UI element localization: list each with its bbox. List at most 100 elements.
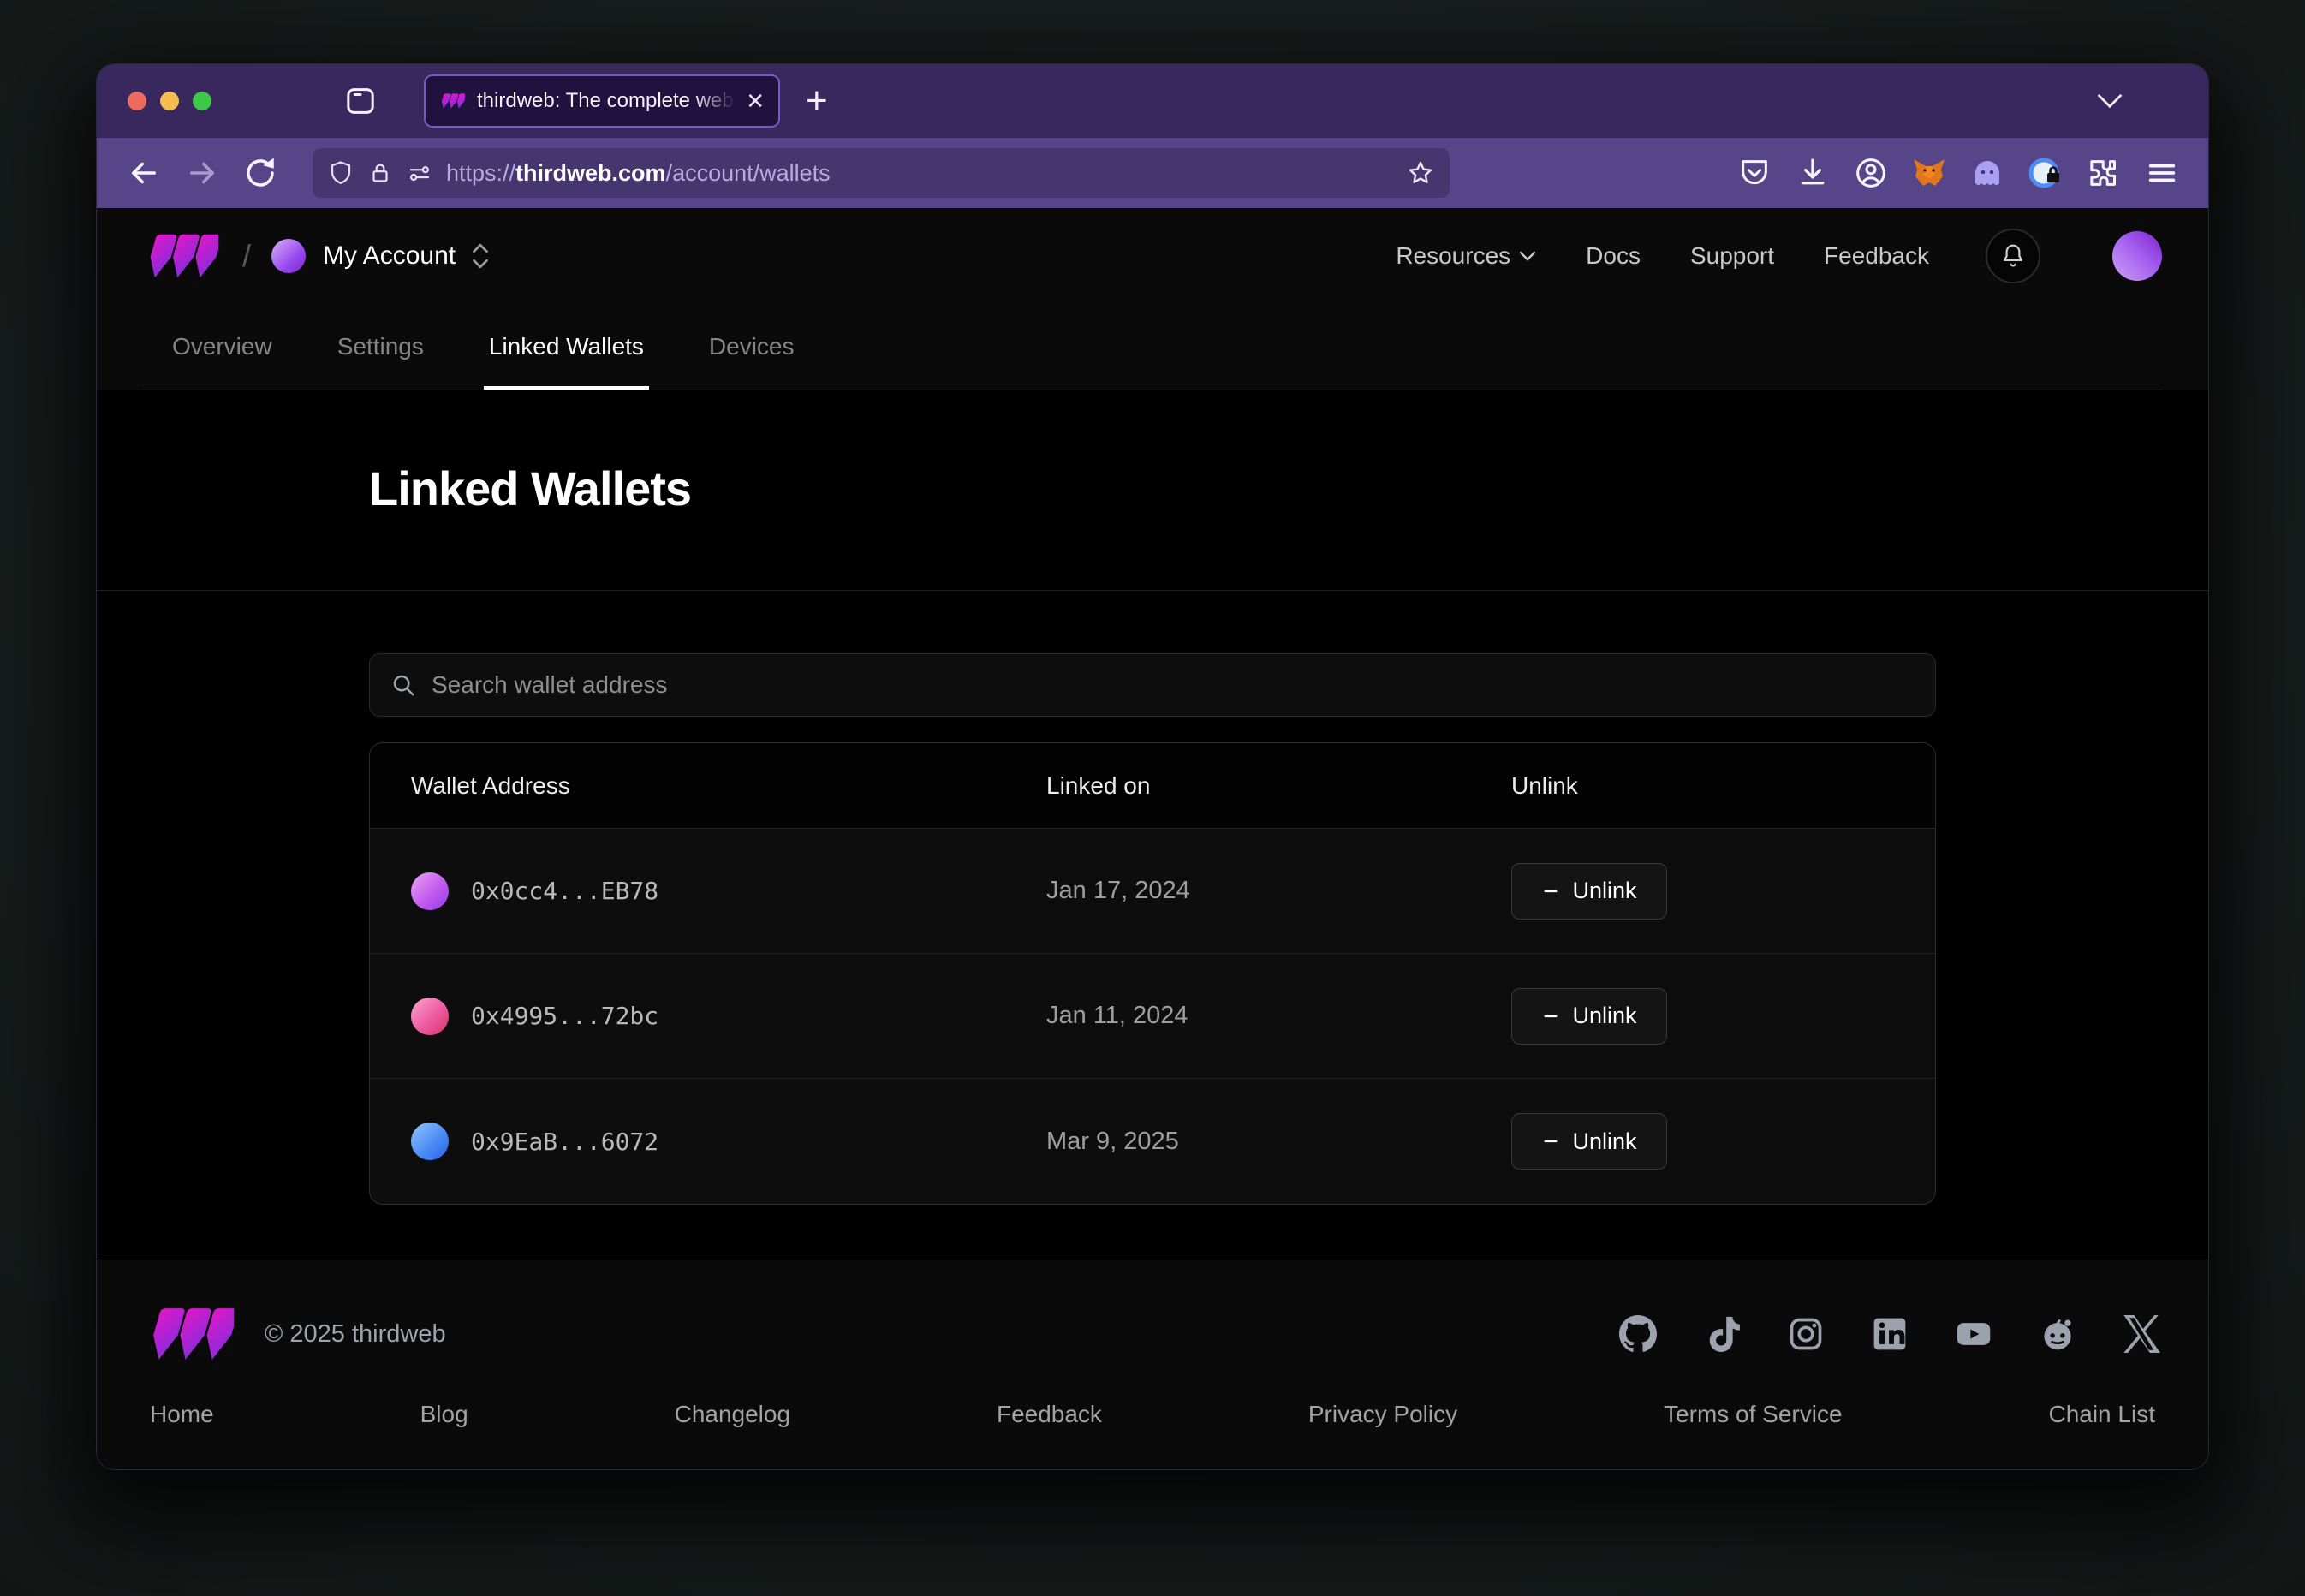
- wallet-cell: 0x9EaB...6072: [411, 1123, 1046, 1160]
- menu-hamburger-icon[interactable]: [2145, 156, 2179, 190]
- bookmark-star-icon[interactable]: [1407, 159, 1434, 187]
- wallet-avatar: [411, 872, 449, 910]
- wallet-address: 0x4995...72bc: [471, 1002, 658, 1030]
- phantom-ghost-icon[interactable]: [1970, 156, 2004, 190]
- browser-window: thirdweb: The complete web3 d ✕ + https:…: [96, 63, 2209, 1470]
- x-icon[interactable]: [2123, 1315, 2160, 1353]
- table-header: Wallet Address Linked on Unlink: [370, 743, 1935, 829]
- account-icon[interactable]: [1854, 156, 1888, 190]
- footer-link-changelog[interactable]: Changelog: [675, 1401, 790, 1428]
- minus-icon: [1541, 1132, 1560, 1151]
- metamask-icon[interactable]: [1912, 156, 1946, 190]
- url-bar[interactable]: https://thirdweb.com/account/wallets: [313, 148, 1450, 198]
- firefox-view-icon[interactable]: [343, 84, 378, 118]
- site-footer: © 2025 thirdweb Home Blog Changelog Feed…: [97, 1260, 2208, 1469]
- instagram-icon[interactable]: [1787, 1315, 1825, 1353]
- lock-icon[interactable]: [367, 160, 393, 186]
- footer-link-blog[interactable]: Blog: [420, 1401, 468, 1428]
- pocket-icon[interactable]: [1737, 156, 1772, 190]
- reload-button[interactable]: [242, 155, 278, 191]
- col-unlink: Unlink: [1511, 772, 1894, 800]
- tab-overview[interactable]: Overview: [167, 304, 277, 390]
- tiktok-icon[interactable]: [1703, 1315, 1741, 1353]
- account-switcher[interactable]: My Account: [323, 241, 456, 271]
- github-icon[interactable]: [1619, 1315, 1657, 1353]
- table-row: 0x4995...72bc Jan 11, 2024 Unlink: [370, 954, 1935, 1079]
- wallet-search[interactable]: [369, 653, 1936, 717]
- url-text: https://thirdweb.com/account/wallets: [446, 160, 1397, 187]
- linked-on-date: Mar 9, 2025: [1046, 1128, 1511, 1156]
- footer-links: Home Blog Changelog Feedback Privacy Pol…: [145, 1401, 2160, 1428]
- thirdweb-footer-logo[interactable]: [145, 1307, 234, 1361]
- bell-icon: [2000, 242, 2026, 270]
- table-row: 0x0cc4...EB78 Jan 17, 2024 Unlink: [370, 829, 1935, 954]
- footer-link-feedback[interactable]: Feedback: [997, 1401, 1102, 1428]
- chevron-down-icon: [1519, 251, 1536, 261]
- wallets-table: Wallet Address Linked on Unlink 0x0cc4..…: [369, 742, 1936, 1205]
- unlink-button[interactable]: Unlink: [1511, 863, 1667, 920]
- social-links: [1619, 1315, 2160, 1353]
- header-nav: Resources Docs Support Feedback: [1396, 229, 2162, 283]
- search-icon: [390, 672, 416, 698]
- tab-list-chevron-icon[interactable]: [2097, 93, 2123, 109]
- tab-settings[interactable]: Settings: [332, 304, 429, 390]
- breadcrumb-separator: /: [242, 238, 251, 274]
- account-avatar: [271, 239, 306, 273]
- tab-title: thirdweb: The complete web3 d: [477, 89, 741, 113]
- unlink-button[interactable]: Unlink: [1511, 1113, 1667, 1170]
- minus-icon: [1541, 1007, 1560, 1026]
- footer-link-privacy-policy[interactable]: Privacy Policy: [1308, 1401, 1457, 1428]
- user-avatar[interactable]: [2112, 231, 2162, 281]
- tab-linked-wallets[interactable]: Linked Wallets: [484, 304, 649, 390]
- new-tab-button[interactable]: +: [806, 82, 828, 120]
- nav-feedback[interactable]: Feedback: [1824, 242, 1929, 270]
- nav-support[interactable]: Support: [1690, 242, 1774, 270]
- back-button[interactable]: [126, 155, 162, 191]
- wallet-address: 0x9EaB...6072: [471, 1128, 658, 1156]
- downloads-icon[interactable]: [1796, 156, 1830, 190]
- tab-close-icon[interactable]: ✕: [746, 90, 765, 112]
- permissions-icon[interactable]: [407, 160, 432, 186]
- reddit-icon[interactable]: [2039, 1315, 2076, 1353]
- close-window-button[interactable]: [128, 92, 146, 110]
- linked-on-date: Jan 11, 2024: [1046, 1002, 1511, 1030]
- browser-tab-active[interactable]: thirdweb: The complete web3 d ✕: [424, 74, 780, 128]
- footer-link-terms-of-service[interactable]: Terms of Service: [1664, 1401, 1843, 1428]
- password-manager-icon[interactable]: [2028, 156, 2063, 190]
- forward-button[interactable]: [184, 155, 220, 191]
- extensions-puzzle-icon[interactable]: [2087, 156, 2121, 190]
- toolbar-extensions: [1737, 156, 2179, 190]
- wallet-cell: 0x4995...72bc: [411, 998, 1046, 1035]
- col-wallet-address: Wallet Address: [411, 772, 1046, 800]
- browser-tabstrip: thirdweb: The complete web3 d ✕ +: [97, 64, 2208, 138]
- page-content: / My Account Resources Docs Support Feed…: [97, 208, 2208, 1469]
- thirdweb-logo[interactable]: [143, 233, 218, 279]
- main-area: Wallet Address Linked on Unlink 0x0cc4..…: [97, 591, 2208, 1205]
- account-switcher-chevrons-icon[interactable]: [471, 241, 490, 271]
- youtube-icon[interactable]: [1955, 1315, 1992, 1353]
- wallet-avatar: [411, 998, 449, 1035]
- linkedin-icon[interactable]: [1871, 1315, 1909, 1353]
- minimize-window-button[interactable]: [160, 92, 179, 110]
- wallet-cell: 0x0cc4...EB78: [411, 872, 1046, 910]
- tab-devices[interactable]: Devices: [704, 304, 800, 390]
- unlink-button[interactable]: Unlink: [1511, 988, 1667, 1045]
- minus-icon: [1541, 882, 1560, 901]
- tracking-shield-icon[interactable]: [328, 160, 354, 186]
- table-row: 0x9EaB...6072 Mar 9, 2025 Unlink: [370, 1079, 1935, 1204]
- account-tabs: Overview Settings Linked Wallets Devices: [143, 304, 2162, 390]
- nav-resources[interactable]: Resources: [1396, 242, 1536, 270]
- site-header: / My Account Resources Docs Support Feed…: [97, 208, 2208, 390]
- maximize-window-button[interactable]: [193, 92, 211, 110]
- browser-toolbar: https://thirdweb.com/account/wallets: [97, 138, 2208, 208]
- search-input[interactable]: [432, 671, 1915, 699]
- col-linked-on: Linked on: [1046, 772, 1511, 800]
- linked-on-date: Jan 17, 2024: [1046, 877, 1511, 905]
- wallet-address: 0x0cc4...EB78: [471, 877, 658, 905]
- title-band: Linked Wallets: [97, 390, 2208, 591]
- footer-link-chain-list[interactable]: Chain List: [2048, 1401, 2155, 1428]
- copyright: © 2025 thirdweb: [265, 1320, 446, 1349]
- footer-link-home[interactable]: Home: [150, 1401, 214, 1428]
- notifications-button[interactable]: [1986, 229, 2040, 283]
- nav-docs[interactable]: Docs: [1586, 242, 1641, 270]
